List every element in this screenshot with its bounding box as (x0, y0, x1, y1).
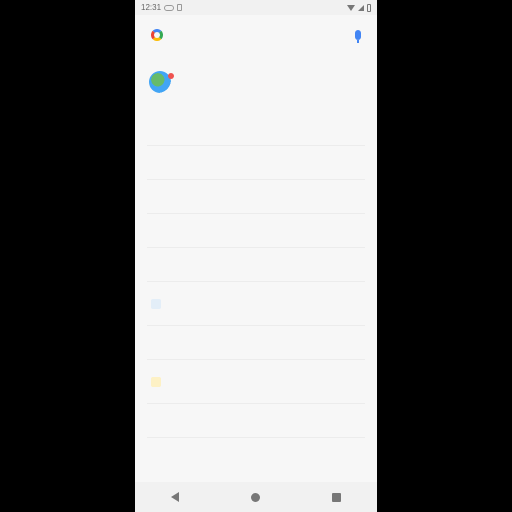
home-icon[interactable] (251, 492, 260, 502)
back-icon[interactable] (171, 492, 179, 502)
feed-card[interactable] (147, 282, 365, 326)
search-bar[interactable] (145, 22, 367, 48)
feed-item[interactable] (147, 180, 365, 214)
status-bar: 12:31 (135, 0, 377, 15)
search-input[interactable] (171, 29, 347, 41)
feed-item[interactable] (147, 326, 365, 360)
battery-icon (367, 3, 371, 12)
feed-item[interactable] (147, 146, 365, 180)
feed-item[interactable] (147, 214, 365, 248)
weather-icon (149, 71, 174, 93)
signal-icon (358, 4, 364, 11)
mic-icon[interactable] (355, 30, 361, 43)
weather-row[interactable] (149, 62, 363, 102)
card-icon (151, 376, 161, 387)
feed-item[interactable] (147, 248, 365, 282)
feed-item[interactable] (147, 112, 365, 146)
discover-feed (147, 112, 365, 438)
navigation-bar (135, 482, 377, 512)
card-icon (151, 298, 161, 309)
dual-sim-icon (164, 4, 175, 11)
feed-item[interactable] (147, 404, 365, 438)
wifi-icon (347, 4, 355, 11)
feed-card[interactable] (147, 360, 365, 404)
phone-screen: 12:31 (135, 0, 377, 512)
google-g-icon[interactable] (151, 29, 163, 41)
status-time: 12:31 (141, 3, 162, 12)
recents-icon[interactable] (332, 492, 341, 502)
notification-icon (177, 4, 183, 11)
